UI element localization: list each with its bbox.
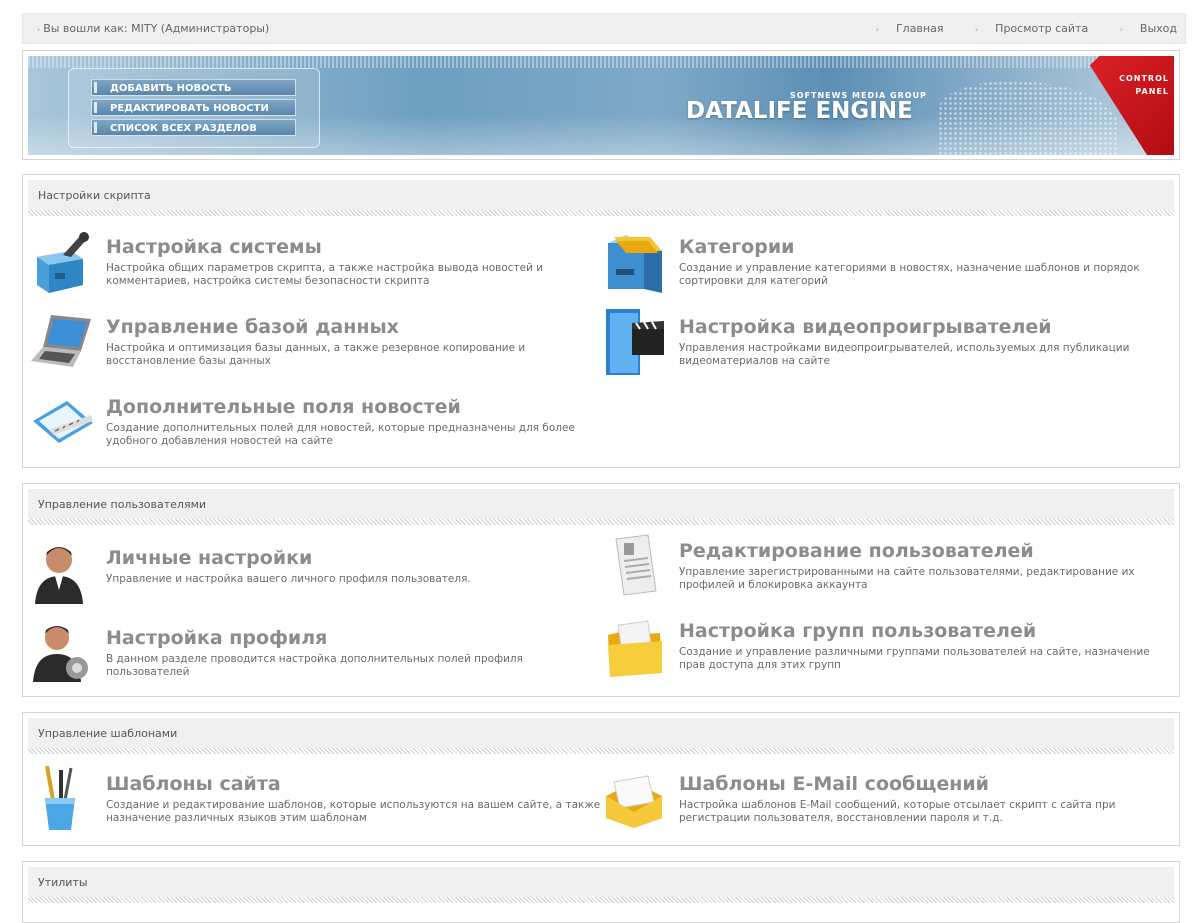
- quick-menu: ДОБАВИТЬ НОВОСТЬ РЕДАКТИРОВАТЬ НОВОСТИ С…: [68, 68, 320, 148]
- item-database[interactable]: Управление базой данных Настройка и опти…: [31, 309, 531, 379]
- user-icon: [35, 547, 83, 604]
- item-extra-fields[interactable]: Дополнительные поля новостей Создание до…: [31, 389, 575, 459]
- banner-stripes: [28, 56, 1174, 68]
- menu-list-sections[interactable]: СПИСОК ВСЕХ РАЗДЕЛОВ: [91, 119, 296, 136]
- bullet-icon: ›: [875, 25, 879, 34]
- video-clapper-icon: [606, 309, 664, 375]
- bullet-icon: ›: [1119, 25, 1123, 34]
- item-title: Шаблоны E-Mail сообщений: [679, 773, 989, 795]
- link-home[interactable]: › Главная: [862, 22, 944, 35]
- section-script-settings: Настройки скрипта Настройка системы Наст…: [22, 174, 1180, 468]
- item-title: Настройка видеопроигрывателей: [679, 316, 1052, 338]
- document-icon: [615, 534, 657, 596]
- item-desc: Управление зарегистрированными на сайте …: [679, 566, 1135, 591]
- item-title: Редактирование пользователей: [679, 540, 1034, 562]
- brushes-cup-icon: [45, 766, 75, 830]
- link-view-site[interactable]: › Просмотр сайта: [961, 22, 1088, 35]
- link-logout[interactable]: › Выход: [1106, 22, 1177, 35]
- item-system-settings[interactable]: Настройка системы Настройка общих параме…: [31, 229, 543, 299]
- corner-line2: PANEL: [1135, 87, 1169, 96]
- item-title: Дополнительные поля новостей: [106, 396, 461, 418]
- ruler-notepad-icon: [33, 401, 93, 443]
- section-header: Настройки скрипта: [28, 180, 1174, 216]
- item-video-players[interactable]: Настройка видеопроигрывателей Управления…: [604, 309, 1129, 379]
- top-links: › Главная › Просмотр сайта › Выход: [848, 22, 1177, 35]
- section-template-management: Управление шаблонами Шаблоны сайта Созда…: [22, 712, 1180, 846]
- login-status: › Вы вошли как: MITY (Администраторы): [37, 22, 269, 35]
- item-title: Настройка системы: [106, 236, 322, 258]
- top-bar: › Вы вошли как: MITY (Администраторы) › Гл…: [22, 13, 1186, 44]
- section-header: Утилиты: [28, 867, 1174, 903]
- item-title: Шаблоны сайта: [106, 773, 281, 795]
- section-title: Управление пользователями: [38, 498, 207, 511]
- item-desc: Создание и редактирование шаблонов, кото…: [106, 799, 601, 824]
- item-title: Управление базой данных: [106, 316, 399, 338]
- item-title: Настройка групп пользователей: [679, 620, 1037, 642]
- item-user-groups[interactable]: Настройка групп пользователей Создание и…: [604, 613, 1150, 683]
- laptop-icon: [31, 315, 91, 367]
- section-header: Управление шаблонами: [28, 718, 1174, 754]
- item-desc: Создание и управление различными группам…: [679, 646, 1150, 671]
- menu-edit-news[interactable]: РЕДАКТИРОВАТЬ НОВОСТИ: [91, 99, 296, 116]
- item-title: Настройка профиля: [106, 627, 328, 649]
- item-title: Категории: [679, 236, 795, 258]
- item-desc: Создание дополнительных полей для новост…: [106, 422, 575, 447]
- section-title: Управление шаблонами: [38, 727, 178, 740]
- item-desc: Создание и управление категориями в ново…: [679, 262, 1140, 287]
- item-site-templates[interactable]: Шаблоны сайта Создание и редактирование …: [31, 766, 600, 836]
- user-gear-icon: [33, 626, 88, 682]
- link-logout-label: Выход: [1139, 22, 1177, 35]
- file-cabinet-icon: [608, 235, 662, 293]
- bullet-icon: ›: [37, 25, 41, 34]
- section-title: Утилиты: [38, 876, 88, 889]
- link-home-label: Главная: [895, 22, 944, 35]
- item-desc: Управление и настройка вашего личного пр…: [106, 573, 471, 585]
- item-email-templates[interactable]: Шаблоны E-Mail сообщений Настройка шабло…: [604, 766, 1115, 836]
- corner-line1: CONTROL: [1119, 74, 1169, 83]
- login-text: Вы вошли как: MITY (Администраторы): [43, 22, 270, 35]
- section-header: Управление пользователями: [28, 489, 1174, 525]
- toolbox-icon: [37, 232, 89, 293]
- folder-icon: [608, 620, 662, 677]
- item-personal-settings[interactable]: Личные настройки Управление и настройка …: [31, 540, 531, 610]
- menu-add-news[interactable]: ДОБАВИТЬ НОВОСТЬ: [91, 79, 296, 96]
- item-desc: Настройка шаблонов E-Mail сообщений, кот…: [679, 799, 1116, 824]
- link-view-site-label: Просмотр сайта: [995, 22, 1089, 35]
- item-profile-settings[interactable]: Настройка профиля В данном разделе прово…: [31, 620, 531, 690]
- section-utilities: Утилиты: [22, 861, 1180, 923]
- item-edit-users[interactable]: Редактирование пользователей Управление …: [604, 533, 1135, 603]
- section-title: Настройки скрипта: [38, 189, 151, 202]
- envelope-icon: [606, 775, 662, 828]
- item-desc: Настройка и оптимизация базы данных, а т…: [106, 342, 526, 367]
- bullet-icon: ›: [974, 25, 979, 34]
- item-title: Личные настройки: [106, 547, 313, 569]
- section-user-management: Управление пользователями Личные настрой…: [22, 483, 1180, 697]
- item-desc: Настройка общих параметров скрипта, а та…: [106, 262, 544, 287]
- item-desc: В данном разделе проводится настройка до…: [106, 653, 523, 678]
- banner: ДОБАВИТЬ НОВОСТЬ РЕДАКТИРОВАТЬ НОВОСТИ С…: [28, 56, 1174, 155]
- banner-box: ДОБАВИТЬ НОВОСТЬ РЕДАКТИРОВАТЬ НОВОСТИ С…: [22, 50, 1180, 160]
- brand-logo: DATALIFE ENGINE: [686, 98, 913, 124]
- item-desc: Управления настройками видеопроигрывател…: [679, 342, 1130, 367]
- item-categories[interactable]: Категории Создание и управление категори…: [604, 229, 1140, 299]
- globe-map-icon: [938, 81, 1118, 155]
